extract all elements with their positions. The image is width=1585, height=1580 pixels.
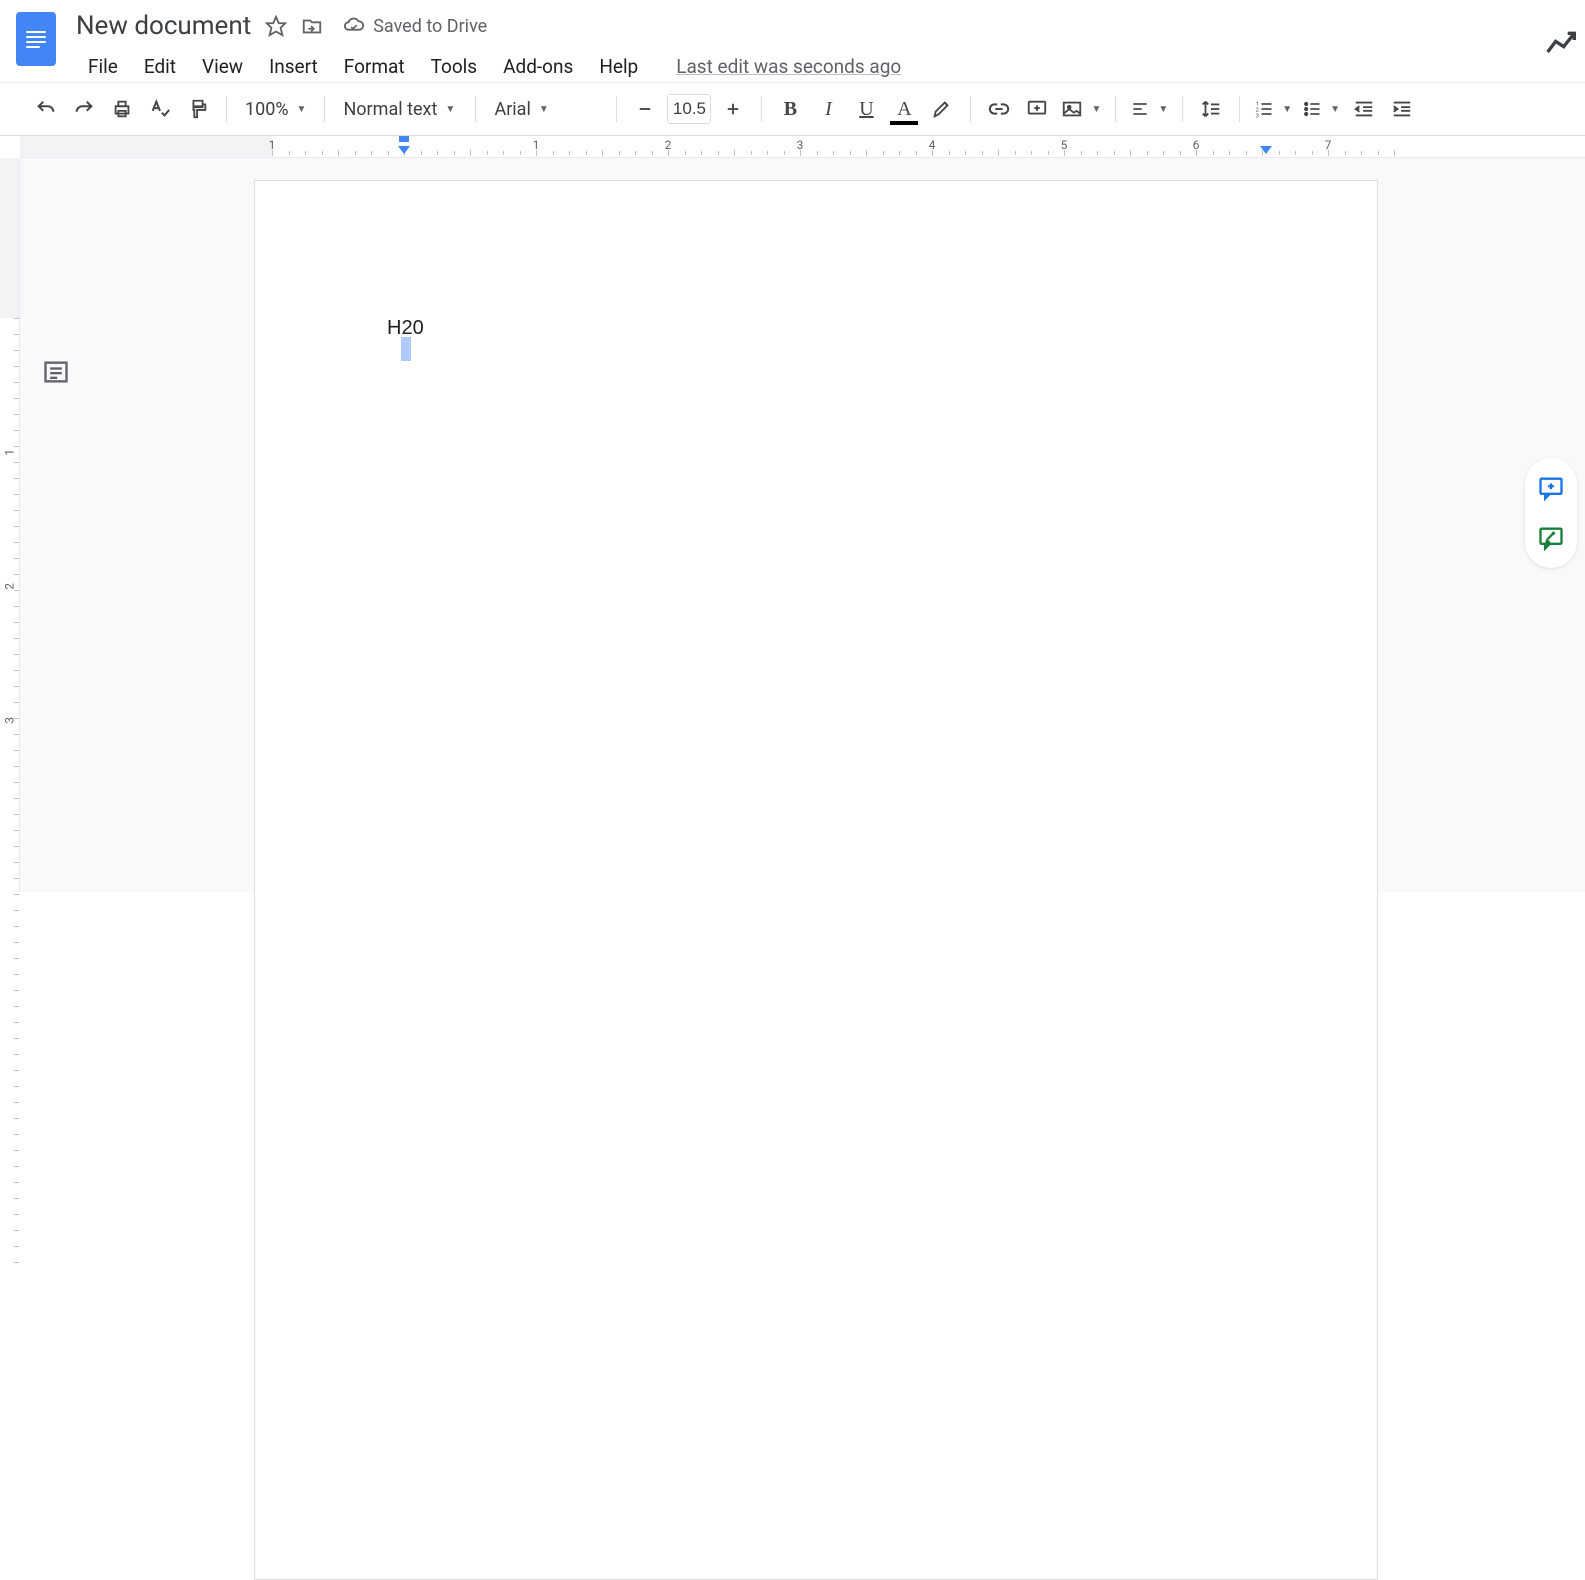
chevron-down-icon: ▼ [1282,104,1292,115]
svg-text:3: 3 [1256,113,1259,119]
redo-button[interactable] [66,91,102,127]
text-color-button[interactable]: A [886,91,922,127]
document-title[interactable]: New document [76,11,251,41]
last-edit-link[interactable]: Last edit was seconds ago [676,55,901,78]
suggest-edits-button[interactable] [1533,520,1569,556]
text-cursor-selection [401,337,411,361]
horizontal-ruler[interactable]: 11234567 [20,136,1585,158]
header: New document Saved to Drive File Edit Vi… [0,0,1585,82]
style-select[interactable]: Normal text ▼ [335,91,465,127]
increase-indent-button[interactable] [1384,91,1420,127]
document-area: 123 H20 [0,158,1585,892]
numbered-list-button[interactable]: 123 ▼ [1250,91,1296,127]
add-comment-button[interactable] [1019,91,1055,127]
bulleted-list-button[interactable]: ▼ [1298,91,1344,127]
menu-help[interactable]: Help [587,49,650,84]
spellcheck-button[interactable] [142,91,178,127]
menu-bar: File Edit View Insert Format Tools Add-o… [76,46,1569,86]
menu-format[interactable]: Format [332,49,417,84]
decrease-indent-button[interactable] [1346,91,1382,127]
font-size-increase[interactable] [715,91,751,127]
move-icon[interactable] [301,15,323,37]
menu-file[interactable]: File [76,49,130,84]
cloud-icon [343,15,365,37]
chevron-down-icon: ▼ [539,104,549,115]
toolbar: 100% ▼ Normal text ▼ Arial ▼ B I U A ▼ ▼… [0,82,1585,136]
save-status-text: Saved to Drive [373,16,487,37]
print-button[interactable] [104,91,140,127]
chevron-down-icon: ▼ [1091,104,1101,115]
font-select[interactable]: Arial ▼ [486,91,606,127]
star-icon[interactable] [265,15,287,37]
menu-tools[interactable]: Tools [419,49,490,84]
undo-button[interactable] [28,91,64,127]
menu-view[interactable]: View [190,49,255,84]
activity-icon[interactable] [1545,28,1577,60]
menu-insert[interactable]: Insert [257,49,330,84]
insert-link-button[interactable] [981,91,1017,127]
bold-button[interactable]: B [772,91,808,127]
line-spacing-button[interactable] [1193,91,1229,127]
menu-edit[interactable]: Edit [132,49,188,84]
chevron-down-icon: ▼ [297,104,307,115]
chevron-down-icon: ▼ [1158,104,1168,115]
chevron-down-icon: ▼ [445,104,455,115]
outline-toggle-icon[interactable] [42,358,70,386]
align-button[interactable]: ▼ [1126,91,1172,127]
paint-format-button[interactable] [180,91,216,127]
font-size-input[interactable] [667,94,711,124]
font-size-decrease[interactable] [627,91,663,127]
save-status: Saved to Drive [343,15,487,37]
document-page[interactable]: H20 [254,180,1378,1580]
docs-logo[interactable] [16,12,56,66]
document-text[interactable]: H20 [387,313,424,343]
underline-button[interactable]: U [848,91,884,127]
italic-button[interactable]: I [810,91,846,127]
add-comment-side-button[interactable] [1533,470,1569,506]
insert-image-button[interactable]: ▼ [1057,91,1105,127]
vertical-ruler[interactable]: 123 [0,158,20,892]
side-action-panel [1525,458,1577,568]
highlight-button[interactable] [924,91,960,127]
zoom-select[interactable]: 100% ▼ [237,91,314,127]
menu-addons[interactable]: Add-ons [491,49,585,84]
chevron-down-icon: ▼ [1330,104,1340,115]
